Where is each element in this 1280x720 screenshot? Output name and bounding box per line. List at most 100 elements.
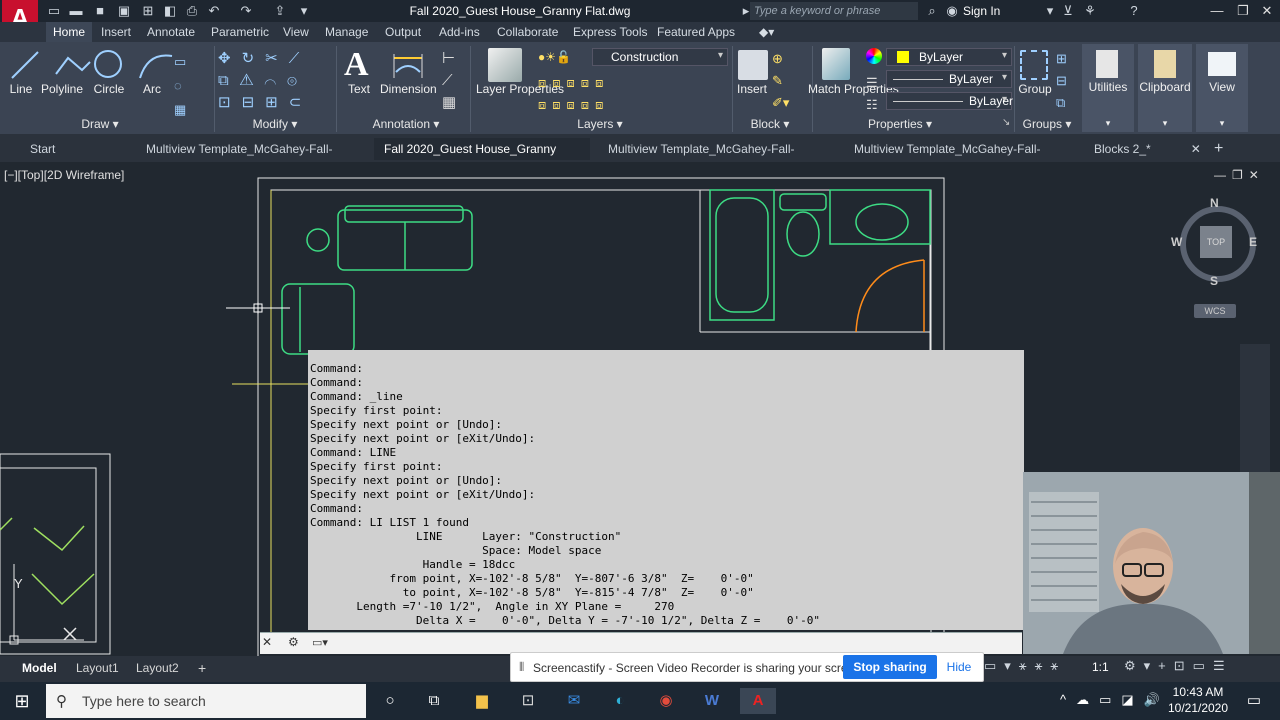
tab-view[interactable]: View bbox=[276, 22, 316, 42]
wcs-menu[interactable]: WCS bbox=[1194, 304, 1236, 318]
user-icon[interactable]: ◉ bbox=[944, 3, 960, 19]
tab-layout1[interactable]: Layout1 bbox=[68, 658, 127, 678]
linetype-dropdown[interactable]: ByLayer ▾ bbox=[886, 70, 1012, 88]
sign-in-link[interactable]: Sign In bbox=[963, 4, 1000, 18]
insert-block-icon[interactable] bbox=[738, 50, 768, 80]
layer-properties-tool[interactable]: Layer Properties bbox=[476, 82, 564, 96]
new-file-icon[interactable]: ▭ bbox=[46, 3, 62, 19]
word-icon[interactable]: W bbox=[698, 688, 726, 714]
tab-model[interactable]: Model bbox=[14, 658, 65, 678]
clipboard-button[interactable]: Clipboard ▾ bbox=[1138, 44, 1192, 132]
file-explorer-icon[interactable]: ▆ bbox=[468, 688, 496, 714]
cortana-icon[interactable]: ○ bbox=[376, 688, 404, 714]
file-tab-multiview-2[interactable]: Multiview Template_McGahey-Fall-2020✕ bbox=[598, 138, 834, 178]
taskbar-search-input[interactable]: Type here to search bbox=[46, 684, 366, 718]
close-window-icon[interactable]: ✕ bbox=[1254, 0, 1280, 22]
wrench-icon[interactable]: ⚙ bbox=[288, 635, 299, 649]
share-icon[interactable]: ⇪ bbox=[272, 3, 288, 19]
command-line-input[interactable]: ✕ ⚙ ▭▾ bbox=[260, 632, 1022, 654]
tab-annotate[interactable]: Annotate bbox=[140, 22, 202, 42]
minimize-icon[interactable]: — bbox=[1204, 0, 1230, 22]
command-prompt-icon[interactable]: ▭▾ bbox=[312, 636, 328, 649]
group-icon[interactable] bbox=[1020, 50, 1048, 80]
web-icon[interactable]: ⊞ bbox=[140, 3, 156, 19]
ribbon-options-icon[interactable]: ◆▾ bbox=[752, 22, 781, 42]
file-tab-start[interactable]: Start bbox=[20, 138, 132, 160]
undo-icon[interactable]: ↶ bbox=[206, 3, 222, 19]
edge-icon[interactable]: ◐ bbox=[606, 688, 634, 714]
plot-icon[interactable]: ⎙ bbox=[184, 3, 200, 19]
layer-dropdown[interactable]: Construction ▾ bbox=[592, 48, 728, 66]
chrome-icon[interactable]: ◉ bbox=[652, 688, 680, 714]
tab-home[interactable]: Home bbox=[46, 22, 93, 42]
layer-tool-icons[interactable]: ⧈⧈⧈⧈⧈ ⧈⧈⧈⧈⧈ bbox=[538, 72, 609, 116]
stop-sharing-button[interactable]: Stop sharing bbox=[843, 655, 937, 679]
group-tool[interactable]: Group bbox=[1016, 82, 1054, 96]
tab-collaborate[interactable]: Collaborate bbox=[490, 22, 565, 42]
help-icon[interactable]: ? bbox=[1126, 3, 1142, 19]
system-clock[interactable]: 10:43 AM 10/21/2020 bbox=[1164, 684, 1232, 716]
groups-panel-title[interactable]: Groups ▾ bbox=[1014, 115, 1080, 133]
draw-panel-title[interactable]: Draw ▾ bbox=[60, 115, 140, 133]
dimension-tool[interactable]: Dimension bbox=[380, 82, 437, 96]
close-icon[interactable]: ✕ bbox=[262, 635, 272, 649]
polyline-tool[interactable]: Polyline bbox=[40, 82, 84, 96]
search-input[interactable]: Type a keyword or phrase bbox=[750, 2, 918, 20]
modify-panel-title[interactable]: Modify ▾ bbox=[230, 115, 320, 133]
viewcube-west[interactable]: W bbox=[1171, 235, 1182, 249]
tab-add-ins[interactable]: Add-ins bbox=[432, 22, 487, 42]
annotation-panel-title[interactable]: Annotation ▾ bbox=[366, 115, 446, 133]
color-dropdown[interactable]: ByLayer ▾ bbox=[886, 48, 1012, 66]
windows-start-icon[interactable]: ⊞ bbox=[8, 688, 36, 714]
notifications-icon[interactable]: ▭ bbox=[1240, 688, 1268, 714]
modify-tool-icons[interactable]: ✥↻✂⟋ ⧉⚠⌒⊚ ⊡⊟⊞⊂ bbox=[218, 48, 333, 114]
file-tab-blocks[interactable]: Blocks 2_* ✕ bbox=[1084, 138, 1204, 160]
line-tool[interactable]: Line bbox=[6, 82, 36, 96]
close-icon[interactable]: ✕ bbox=[1191, 142, 1201, 156]
tab-layout2[interactable]: Layout2 bbox=[128, 658, 187, 678]
hide-button[interactable]: Hide bbox=[940, 655, 978, 679]
restore-icon[interactable]: ❐ bbox=[1230, 0, 1256, 22]
lineweight-dropdown[interactable]: ByLayer ▾ bbox=[886, 92, 1013, 110]
add-layout-icon[interactable]: + bbox=[190, 658, 214, 678]
view-button[interactable]: View ▾ bbox=[1196, 44, 1248, 132]
navigation-bar[interactable] bbox=[1240, 344, 1270, 474]
insert-tool[interactable]: Insert bbox=[734, 82, 770, 96]
quick-access-dropdown-icon[interactable]: ▾ bbox=[296, 3, 312, 19]
dimension-icon[interactable] bbox=[392, 52, 424, 80]
store-icon[interactable]: ⊡ bbox=[514, 688, 542, 714]
redo-icon[interactable]: ↷ bbox=[238, 3, 254, 19]
save-icon[interactable]: ■ bbox=[92, 3, 108, 19]
layer-properties-icon[interactable] bbox=[488, 48, 522, 82]
match-properties-icon[interactable] bbox=[822, 48, 850, 80]
annotation-small-icons[interactable]: ⊢ ⟋ ▦ bbox=[442, 48, 456, 114]
viewcube-east[interactable]: E bbox=[1249, 235, 1257, 249]
block-small-icons[interactable]: ⊕ ✎ ✐▾ bbox=[772, 48, 789, 114]
autocad-taskbar-icon[interactable]: A bbox=[740, 688, 776, 714]
tab-manage[interactable]: Manage bbox=[318, 22, 375, 42]
viewcube-north[interactable]: N bbox=[1210, 196, 1219, 210]
save-as-icon[interactable]: ▣ bbox=[116, 3, 132, 19]
tab-featured-apps[interactable]: Featured Apps bbox=[650, 22, 742, 42]
system-tray-icons[interactable]: ^☁▭◪🔊 bbox=[1060, 692, 1170, 708]
open-icon[interactable]: ▬ bbox=[68, 3, 84, 19]
status-bar-settings[interactable]: ⚙▾+⊡▭☰ bbox=[1124, 658, 1233, 674]
viewcube-top-face[interactable]: TOP bbox=[1200, 226, 1232, 258]
tab-express-tools[interactable]: Express Tools bbox=[566, 22, 654, 42]
web-mobile-icon[interactable]: ◧ bbox=[162, 3, 178, 19]
circle-tool[interactable]: Circle bbox=[90, 82, 128, 96]
cart-icon[interactable]: ⊻ bbox=[1060, 3, 1076, 19]
annotation-scale[interactable]: 1:1 bbox=[1092, 660, 1109, 674]
color-wheel-icon[interactable] bbox=[866, 48, 882, 64]
sign-in-dropdown-icon[interactable]: ▾ bbox=[1042, 3, 1058, 19]
new-tab-icon[interactable]: + bbox=[1204, 138, 1230, 160]
tab-parametric[interactable]: Parametric bbox=[204, 22, 276, 42]
match-properties-tool[interactable]: Match Properties bbox=[808, 82, 899, 96]
task-view-icon[interactable]: ⧉ bbox=[420, 688, 448, 714]
panel-launcher-icon[interactable]: ↘ bbox=[1002, 117, 1010, 128]
tab-insert[interactable]: Insert bbox=[94, 22, 138, 42]
rectangle-icon[interactable]: ▭ ◌ ▦ bbox=[174, 50, 186, 122]
viewcube-south[interactable]: S bbox=[1210, 274, 1218, 288]
arc-tool[interactable]: Arc bbox=[138, 82, 166, 96]
mail-icon[interactable]: ✉ bbox=[560, 688, 588, 714]
